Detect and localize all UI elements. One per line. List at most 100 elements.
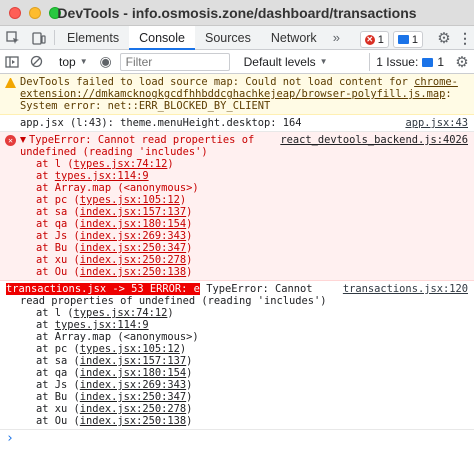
devtools-tabbar: Elements Console Sources Network » ✕ 1 1… [0, 26, 474, 50]
live-expression-eye-icon[interactable]: ◉ [94, 53, 118, 70]
stack-frame-suffix: ) [167, 307, 174, 319]
error-count: 1 [377, 33, 384, 46]
stack-frame-link[interactable]: index.jsx:157:137 [80, 206, 186, 218]
stack-frame: at Array.map (<anonymous>) [36, 182, 468, 194]
stack-frame-link[interactable]: index.jsx:250:278 [80, 254, 186, 266]
stack-frame: at l (types.jsx:74:12) [36, 307, 468, 319]
error-log-stack-trace: at l (types.jsx:74:12) at types.jsx:114:9… [20, 307, 468, 427]
stack-frame-suffix: ) [186, 379, 193, 391]
tab-network[interactable]: Network [261, 26, 327, 49]
filter-input[interactable] [119, 52, 230, 71]
window-titlebar: DevTools - info.osmosis.zone/dashboard/t… [0, 0, 474, 26]
issues-button[interactable]: 1 Issue: 1 [369, 53, 450, 71]
stack-frame-text: at l ( [36, 307, 74, 319]
stack-frame-suffix: ) [186, 355, 193, 367]
stack-frame: at pc (types.jsx:105:12) [36, 194, 468, 206]
message-count-badge[interactable]: 1 [392, 31, 423, 48]
stack-frame: at l (types.jsx:74:12) [36, 158, 468, 170]
inspect-element-icon[interactable] [0, 26, 26, 49]
stack-frame-text: at Bu ( [36, 242, 80, 254]
stack-frame-link[interactable]: index.jsx:250:138 [80, 415, 186, 427]
stack-frame: at Array.map (<anonymous>) [36, 331, 468, 343]
error-log-message: transactions.jsx:120 transactions.jsx ->… [0, 281, 474, 430]
message-icon [397, 35, 409, 44]
stack-frame-link[interactable]: types.jsx:105:12 [80, 194, 180, 206]
stack-frame-text: at l ( [36, 158, 74, 170]
stack-frame-link[interactable]: types.jsx:74:12 [74, 158, 168, 170]
log-text: app.jsx (l:43): theme.menuHeight.desktop… [20, 117, 302, 129]
log-message: app.jsx:43 app.jsx (l:43): theme.menuHei… [0, 115, 474, 132]
message-count: 1 [411, 33, 418, 46]
window-title: DevTools - info.osmosis.zone/dashboard/t… [57, 5, 417, 21]
stack-frame-link[interactable]: index.jsx:250:138 [80, 266, 186, 278]
stack-frame-suffix: ) [167, 158, 174, 170]
stack-frame-text: at Ou ( [36, 415, 80, 427]
stack-frame-link[interactable]: index.jsx:269:343 [80, 230, 186, 242]
expand-triangle-icon[interactable] [20, 137, 26, 143]
stack-frame: at xu (index.jsx:250:278) [36, 254, 468, 266]
dropdown-arrow-icon: ▼ [79, 57, 88, 66]
tab-console[interactable]: Console [129, 26, 195, 50]
tab-sources[interactable]: Sources [195, 26, 261, 49]
stack-frame-link[interactable]: types.jsx:114:9 [55, 170, 149, 182]
stack-frame-link[interactable]: index.jsx:250:278 [80, 403, 186, 415]
stack-frame-text: at qa ( [36, 218, 80, 230]
stack-frame-link[interactable]: index.jsx:180:154 [80, 218, 186, 230]
stack-frame-suffix: ) [186, 254, 193, 266]
stack-frame-text: at Bu ( [36, 391, 80, 403]
stack-frame: at Js (index.jsx:269:343) [36, 230, 468, 242]
stack-frame: at xu (index.jsx:250:278) [36, 403, 468, 415]
stack-frame-suffix: ) [186, 415, 193, 427]
stack-frame-suffix: ) [186, 266, 193, 278]
stack-frame: at Bu (index.jsx:250:347) [36, 391, 468, 403]
error-icon: ✕ [364, 34, 375, 45]
error-count-badge[interactable]: ✕ 1 [359, 31, 389, 48]
stack-frame-link[interactable]: index.jsx:250:347 [80, 242, 186, 254]
stack-frame: at Ou (index.jsx:250:138) [36, 266, 468, 278]
stack-frame-link[interactable]: index.jsx:180:154 [80, 367, 186, 379]
settings-gear-icon[interactable]: ⚙ [432, 29, 456, 47]
more-options-icon[interactable]: ⋮ [456, 30, 474, 47]
stack-frame-text: at xu ( [36, 403, 80, 415]
console-toolbar: top ▼ ◉ Default levels ▼ 1 Issue: 1 ⚙ [0, 50, 474, 74]
stack-frame: at qa (index.jsx:180:154) [36, 367, 468, 379]
clear-console-icon[interactable] [24, 55, 48, 68]
stack-frame: at qa (index.jsx:180:154) [36, 218, 468, 230]
levels-dropdown[interactable]: Default levels ▼ [236, 55, 336, 69]
console-settings-gear-icon[interactable]: ⚙ [450, 53, 474, 71]
stack-frame: at types.jsx:114:9 [36, 170, 468, 182]
stack-frame-link[interactable]: index.jsx:269:343 [80, 379, 186, 391]
warning-message: DevTools failed to load source map: Coul… [0, 74, 474, 115]
stack-frame-text: at Ou ( [36, 266, 80, 278]
stack-frame-text: at Js ( [36, 230, 80, 242]
divider [54, 30, 55, 45]
error-label: transactions.jsx -> 53 ERROR: e [6, 283, 200, 295]
error-log-source-link[interactable]: transactions.jsx:120 [343, 283, 468, 295]
stack-frame-link[interactable]: types.jsx:74:12 [74, 307, 168, 319]
context-selector[interactable]: top ▼ [53, 55, 94, 69]
issues-label: 1 Issue: [376, 55, 419, 69]
stack-frame-link[interactable]: index.jsx:250:347 [80, 391, 186, 403]
error-source-link[interactable]: react_devtools_backend.js:4026 [280, 134, 468, 146]
stack-frame-text: at sa ( [36, 355, 80, 367]
stack-frame: at Js (index.jsx:269:343) [36, 379, 468, 391]
stack-frame-text: at sa ( [36, 206, 80, 218]
stack-frame-link[interactable]: index.jsx:157:137 [80, 355, 186, 367]
issues-count: 1 [437, 55, 444, 69]
log-source-link[interactable]: app.jsx:43 [405, 117, 468, 129]
error-text: TypeError: Cannot read properties of und… [20, 134, 255, 158]
tab-elements[interactable]: Elements [57, 26, 129, 49]
console-prompt[interactable]: › [0, 430, 474, 446]
stack-frame-text: at Array.map (<anonymous>) [36, 331, 199, 343]
stack-frame-link[interactable]: types.jsx:114:9 [55, 319, 149, 331]
stack-frame-text: at [36, 319, 55, 331]
stack-frame: at Ou (index.jsx:250:138) [36, 415, 468, 427]
stack-frame-link[interactable]: types.jsx:105:12 [80, 343, 180, 355]
sidebar-toggle-icon[interactable] [0, 55, 24, 68]
levels-label: Default levels [243, 54, 316, 69]
stack-frame-suffix: ) [186, 403, 193, 415]
more-tabs-icon[interactable]: » [327, 26, 346, 49]
stack-frame-suffix: ) [179, 194, 187, 206]
stack-frame: at pc (types.jsx:105:12) [36, 343, 468, 355]
device-toolbar-icon[interactable] [26, 26, 52, 49]
